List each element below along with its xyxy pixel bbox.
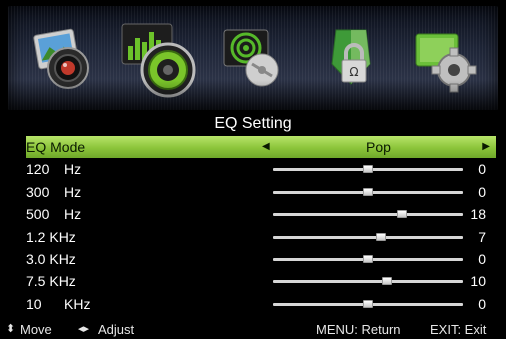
slider-thumb[interactable] bbox=[363, 187, 373, 196]
band-value: 0 bbox=[478, 161, 486, 178]
lock-icon[interactable]: Ω bbox=[316, 24, 386, 94]
up-down-icon: ⬍ bbox=[6, 323, 16, 335]
slider-thumb[interactable] bbox=[397, 210, 408, 219]
band-slider[interactable] bbox=[273, 165, 463, 174]
band-slider[interactable] bbox=[273, 232, 463, 241]
band-frequency: 3.0 KHz bbox=[26, 250, 76, 267]
eq-band-row-500[interactable]: 500 Hz 18 bbox=[26, 203, 496, 225]
left-right-icon: ◂▸ bbox=[78, 323, 90, 335]
band-unit: Hz bbox=[64, 206, 82, 223]
band-value: 0 bbox=[478, 295, 486, 312]
band-unit: KHz bbox=[64, 295, 91, 312]
eq-band-row-3000[interactable]: 3.0 KHz 0 bbox=[26, 248, 496, 270]
band-slider[interactable] bbox=[273, 187, 463, 196]
sound-icon[interactable] bbox=[118, 16, 200, 100]
slider-thumb[interactable] bbox=[363, 165, 373, 174]
band-value: 0 bbox=[478, 183, 486, 200]
slider-thumb[interactable] bbox=[363, 299, 373, 308]
move-hint: Move bbox=[20, 322, 52, 337]
triangle-left-icon[interactable]: ◀ bbox=[262, 136, 270, 158]
channel-icon[interactable] bbox=[218, 24, 288, 94]
slider-thumb[interactable] bbox=[363, 254, 373, 263]
main-menu-bar: Ω bbox=[8, 6, 498, 110]
menu-return-hint: MENU: Return bbox=[316, 322, 401, 337]
svg-text:Ω: Ω bbox=[349, 65, 358, 79]
band-unit: Hz bbox=[64, 183, 82, 200]
slider-thumb[interactable] bbox=[382, 277, 392, 286]
band-frequency: 120 bbox=[26, 161, 50, 178]
band-value: 7 bbox=[478, 228, 486, 245]
band-frequency: 1.2 KHz bbox=[26, 228, 76, 245]
key-hints-bar: ⬍ Move ◂▸ Adjust MENU: Return EXIT: Exit bbox=[0, 318, 506, 339]
band-frequency: 300 bbox=[26, 183, 50, 200]
band-frequency: 10 bbox=[26, 295, 42, 312]
eq-band-row-10000[interactable]: 10 KHz 0 bbox=[26, 293, 496, 315]
band-unit: Hz bbox=[64, 161, 82, 178]
eq-mode-row[interactable]: EQ Mode ◀ Pop ▶ bbox=[26, 136, 496, 159]
eq-settings-list: EQ Mode ◀ Pop ▶ 120 Hz 0 300 Hz 0 500 Hz… bbox=[26, 136, 496, 315]
eq-mode-label: EQ Mode bbox=[26, 139, 86, 155]
eq-band-row-1200[interactable]: 1.2 KHz 7 bbox=[26, 226, 496, 248]
adjust-hint: Adjust bbox=[98, 322, 135, 337]
eq-band-row-7500[interactable]: 7.5 KHz 10 bbox=[26, 270, 496, 292]
band-frequency: 500 bbox=[26, 206, 50, 223]
band-value: 0 bbox=[478, 250, 486, 267]
band-slider[interactable] bbox=[273, 254, 463, 263]
band-value: 10 bbox=[470, 273, 486, 290]
band-slider[interactable] bbox=[273, 277, 463, 286]
band-slider[interactable] bbox=[273, 210, 463, 219]
picture-icon[interactable] bbox=[30, 24, 100, 94]
eq-mode-value: Pop bbox=[366, 139, 391, 155]
page-title: EQ Setting bbox=[214, 115, 292, 132]
band-slider[interactable] bbox=[273, 299, 463, 308]
setup-icon[interactable] bbox=[410, 24, 480, 94]
eq-band-row-300[interactable]: 300 Hz 0 bbox=[26, 181, 496, 203]
band-value: 18 bbox=[470, 206, 486, 223]
triangle-right-icon[interactable]: ▶ bbox=[482, 136, 490, 158]
exit-hint: EXIT: Exit bbox=[430, 322, 487, 337]
eq-band-row-120[interactable]: 120 Hz 0 bbox=[26, 158, 496, 180]
band-frequency: 7.5 KHz bbox=[26, 273, 76, 290]
slider-thumb[interactable] bbox=[376, 232, 387, 241]
